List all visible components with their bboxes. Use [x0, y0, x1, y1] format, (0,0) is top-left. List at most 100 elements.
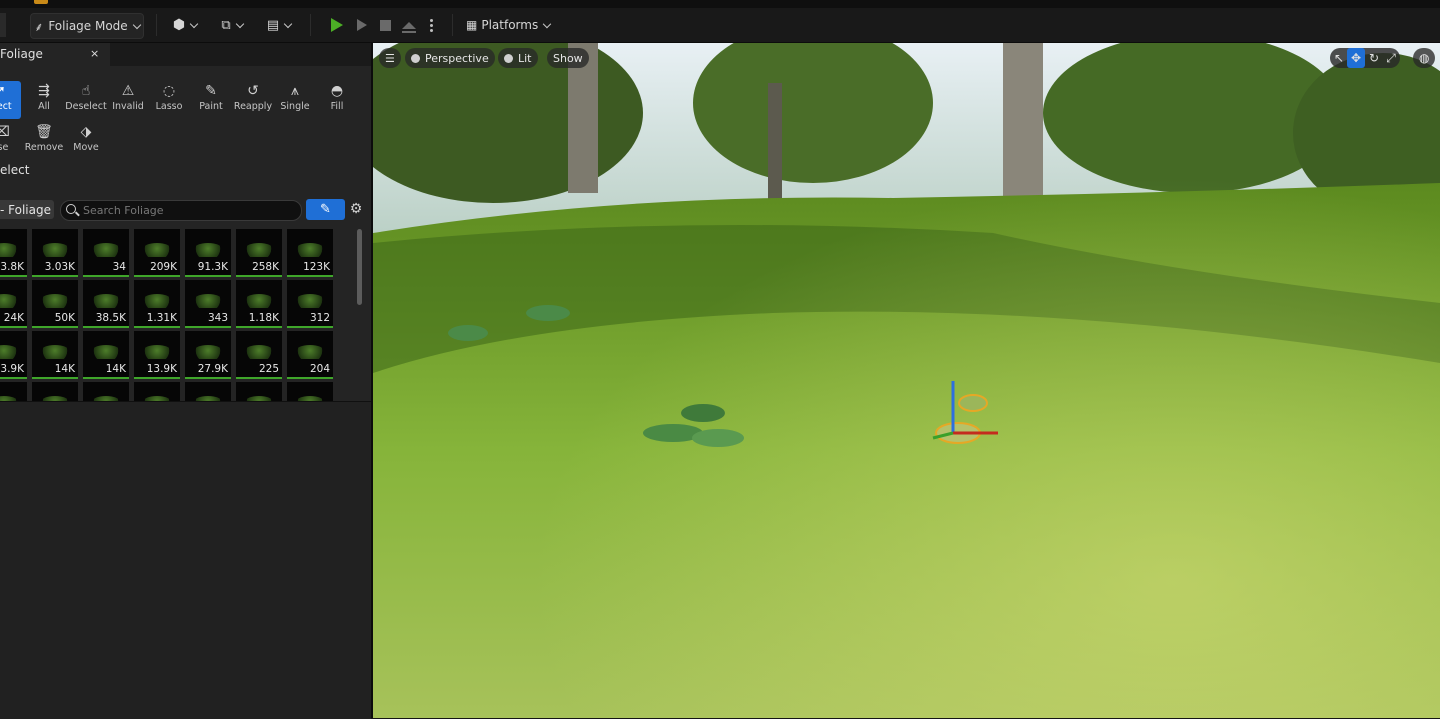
instance-count: 1.18K — [248, 312, 279, 324]
mode-label: Foliage Mode — [48, 19, 128, 33]
world-icon: ◍ — [1419, 51, 1430, 65]
foliage-type-tile[interactable] — [134, 382, 180, 401]
mode-dropdown[interactable]: ⸙ Foliage Mode — [30, 13, 144, 39]
trash-icon: 🗑 — [35, 124, 53, 140]
tool-1[interactable]: ⇶ All — [23, 81, 65, 119]
tab-foliage[interactable]: Foliage × — [0, 43, 110, 66]
tool-3[interactable]: ⚠ Invalid — [107, 81, 149, 119]
add-actor-button[interactable]: ⬢ — [168, 13, 202, 37]
foliage-type-tile[interactable]: 343 — [185, 280, 231, 328]
lit-button[interactable]: Lit — [498, 48, 538, 68]
foliage-thumbnail — [142, 345, 172, 359]
foliage-thumbnail — [40, 294, 70, 308]
foliage-thumbnail — [91, 243, 121, 257]
search-input[interactable] — [83, 202, 293, 218]
viewport-menu-button[interactable]: ☰ — [379, 48, 401, 68]
foliage-type-tile[interactable]: 3.03K — [32, 229, 78, 277]
play-button[interactable] — [326, 13, 348, 37]
translate-icon[interactable]: ✥ — [1347, 48, 1365, 68]
perspective-cube-icon — [411, 53, 420, 63]
foliage-type-tile[interactable]: 1.18K — [236, 280, 282, 328]
show-button[interactable]: Show — [547, 48, 589, 68]
tool-7[interactable]: ⩚ Single — [274, 81, 316, 119]
eject-icon — [402, 21, 416, 33]
deselect-icon: ☝ — [81, 83, 91, 99]
foliage-type-tile[interactable]: 14K — [32, 331, 78, 379]
platforms-dropdown[interactable]: ▦ Platforms — [466, 13, 552, 37]
stop-button[interactable] — [376, 13, 394, 37]
grid-scrollbar[interactable] — [357, 229, 362, 305]
tool-9[interactable]: ⌫ase — [0, 122, 21, 160]
search-field[interactable] — [60, 200, 302, 221]
close-icon[interactable]: × — [90, 47, 99, 60]
section-title: elect — [0, 163, 30, 177]
foliage-type-tile[interactable]: 225 — [236, 331, 282, 379]
foliage-type-tile[interactable]: 1.31K — [134, 280, 180, 328]
foliage-type-tile[interactable] — [236, 382, 282, 401]
paint-mode-button[interactable]: ✎ — [306, 199, 345, 220]
level-viewport[interactable]: ☰ Perspective Lit Show ↖ ✥ ↻ ⤢ ◍ — [373, 43, 1440, 718]
foliage-type-tile[interactable] — [32, 382, 78, 401]
foliage-type-tile[interactable]: 34 — [83, 229, 129, 277]
foliage-type-tile[interactable] — [185, 382, 231, 401]
scale-icon[interactable]: ⤢ — [1382, 48, 1400, 68]
separator — [310, 14, 311, 36]
foliage-type-tile[interactable]: 27.9K — [185, 331, 231, 379]
single-icon: ⩚ — [291, 83, 299, 99]
foliage-type-tile[interactable]: 258K — [236, 229, 282, 277]
tool-label: All — [38, 101, 50, 112]
level-tab-hint[interactable] — [34, 0, 48, 4]
foliage-type-tile[interactable]: 3.9K — [0, 331, 27, 379]
tool-8[interactable]: ◓ Fill — [316, 81, 358, 119]
rotate-icon[interactable]: ↻ — [1365, 48, 1383, 68]
filter-label: - Foliage — [0, 202, 51, 217]
reapply-icon: ↺ — [247, 83, 259, 99]
foliage-type-tile[interactable] — [287, 382, 333, 401]
tab-label: Foliage — [0, 47, 43, 61]
foliage-type-tile[interactable]: 209K — [134, 229, 180, 277]
foliage-type-tile[interactable] — [0, 382, 27, 401]
foliage-type-tile[interactable]: 123K — [287, 229, 333, 277]
gear-icon[interactable]: ⚙ — [348, 199, 364, 220]
tool-2[interactable]: ☝ Deselect — [65, 81, 107, 119]
eject-button[interactable] — [399, 13, 419, 37]
blueprint-button[interactable]: ⧉ — [215, 13, 249, 37]
foliage-filter-button[interactable]: - Foliage — [0, 200, 54, 219]
world-button[interactable]: ◍ — [1413, 48, 1435, 68]
foliage-type-tile[interactable] — [83, 382, 129, 401]
step-button[interactable] — [352, 13, 372, 37]
foliage-type-tile[interactable]: 3.8K — [0, 229, 27, 277]
tool-label: Paint — [199, 101, 223, 112]
foliage-type-tile[interactable]: 204 — [287, 331, 333, 379]
foliage-type-tile[interactable]: 13.9K — [134, 331, 180, 379]
stop-icon — [379, 19, 391, 31]
foliage-type-tile[interactable]: 50K — [32, 280, 78, 328]
tool-6[interactable]: ↺ Reapply — [232, 81, 274, 119]
add-actor-icon: ⬢ — [172, 17, 186, 33]
platforms-icon: ▦ — [466, 18, 478, 32]
platforms-label: Platforms — [481, 18, 539, 32]
sunlight — [373, 43, 1440, 718]
tool-0[interactable]: ➚elect — [0, 81, 21, 119]
foliage-type-tile[interactable]: 14K — [83, 331, 129, 379]
viewport-scene[interactable] — [373, 43, 1440, 718]
instance-count: 3.9K — [0, 363, 24, 375]
tool-11[interactable]: ⬗ Move — [65, 122, 107, 160]
select-cursor-icon: ➚ — [0, 81, 21, 101]
details-area — [0, 401, 371, 719]
foliage-type-tile[interactable]: 24K — [0, 280, 27, 328]
tool-10[interactable]: 🗑 Remove — [23, 122, 65, 160]
foliage-type-tile[interactable]: 91.3K — [185, 229, 231, 277]
chevron-down-icon — [189, 19, 199, 28]
tool-label: Invalid — [112, 101, 144, 112]
cinematics-button[interactable]: ▤ — [262, 13, 296, 37]
foliage-thumbnail — [0, 345, 19, 359]
tool-label: elect — [0, 101, 12, 112]
tool-5[interactable]: ✎ Paint — [190, 81, 232, 119]
foliage-type-tile[interactable]: 38.5K — [83, 280, 129, 328]
more-button[interactable] — [424, 13, 438, 37]
select-mode-icon[interactable]: ↖ — [1330, 48, 1348, 68]
tool-4[interactable]: ◌ Lasso — [148, 81, 190, 119]
foliage-type-tile[interactable]: 312 — [287, 280, 333, 328]
perspective-button[interactable]: Perspective — [405, 48, 495, 68]
